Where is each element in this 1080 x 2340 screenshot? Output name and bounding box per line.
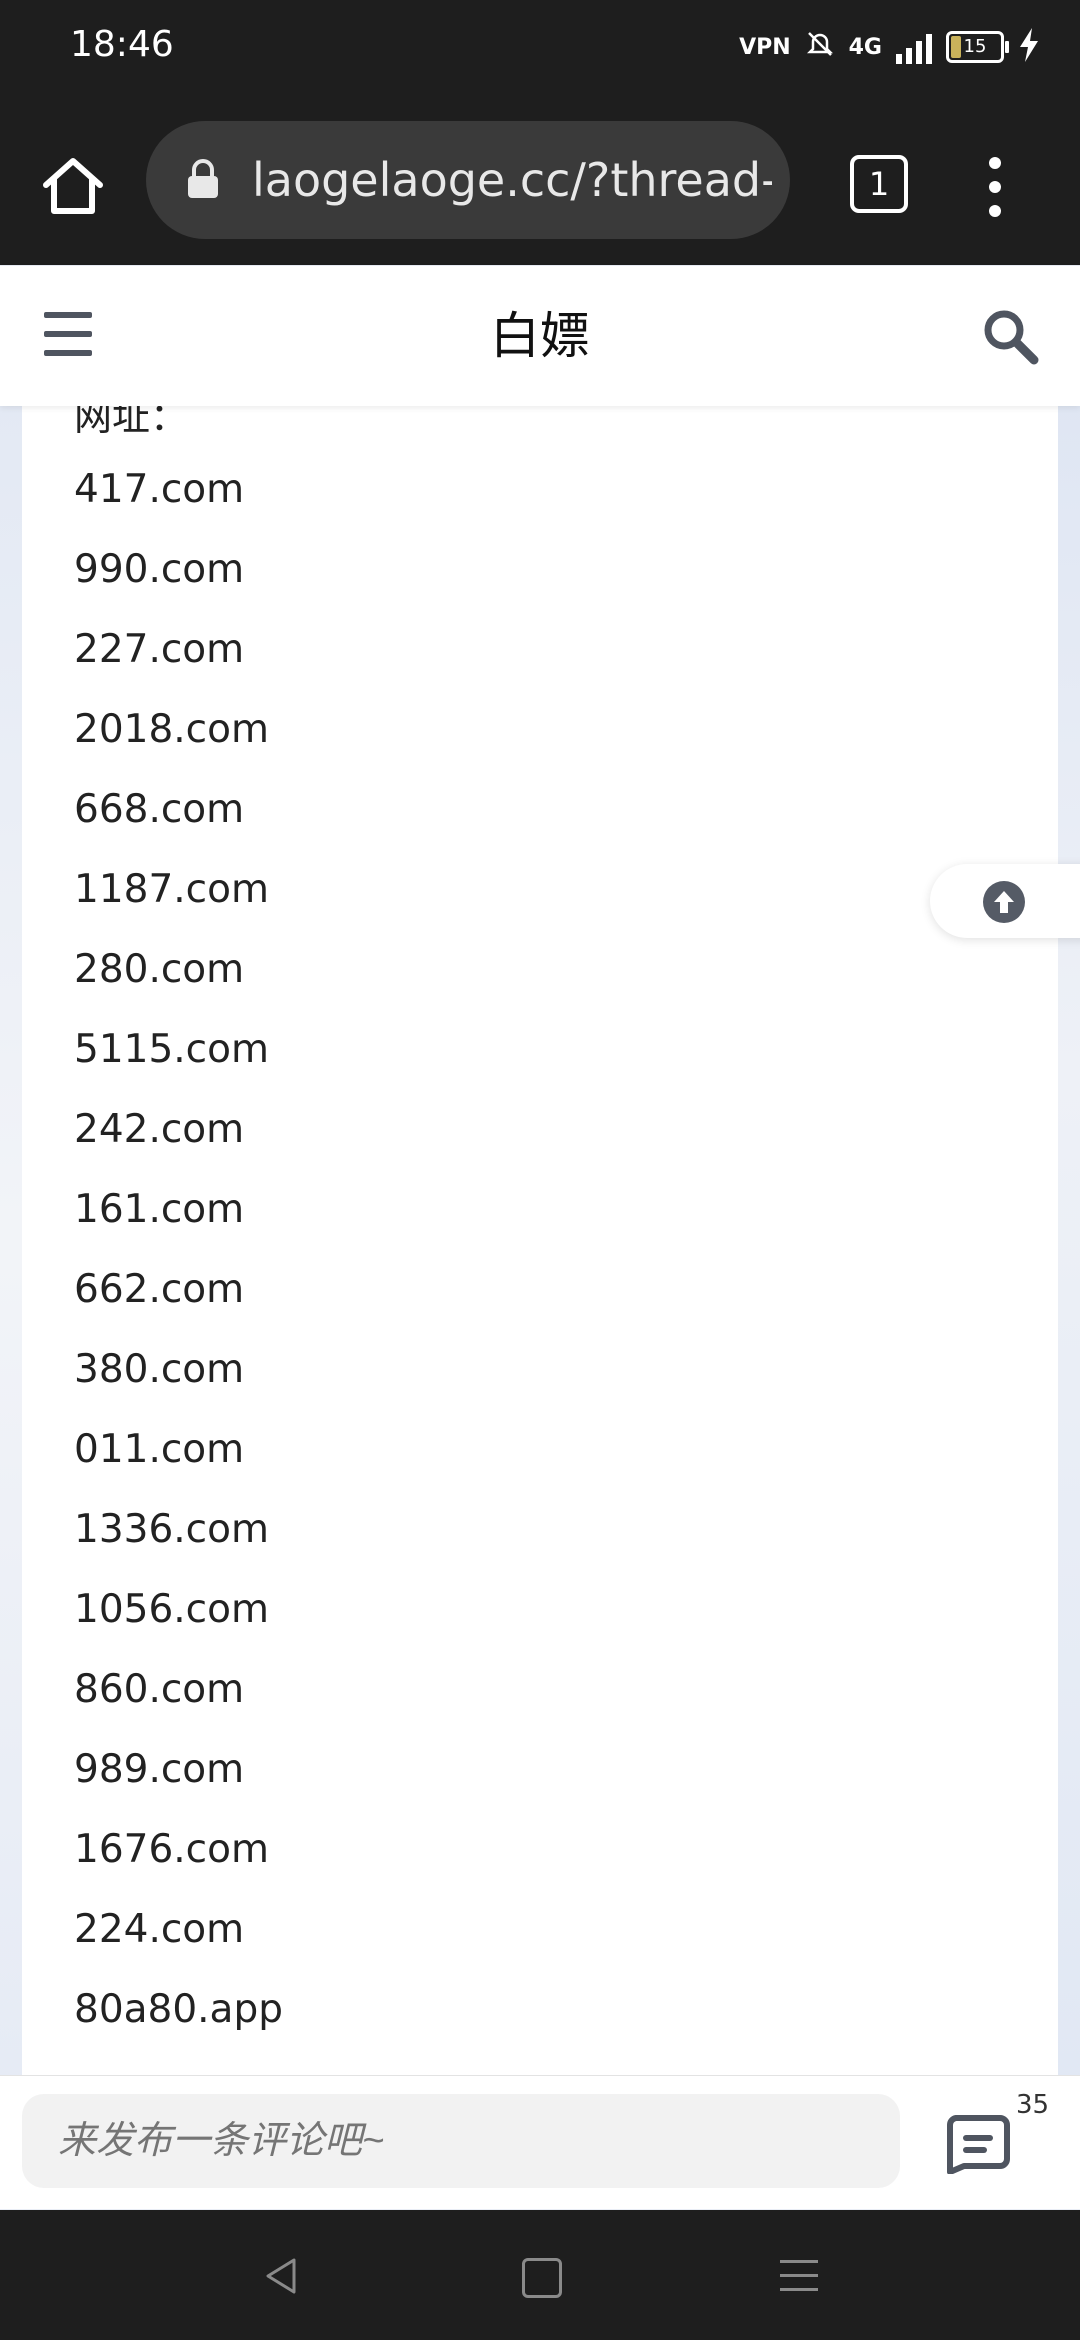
comment-bar: 35: [0, 2075, 1080, 2209]
battery-level: 15: [963, 36, 987, 57]
list-item: 1187.com: [74, 867, 269, 912]
list-item: 227.com: [74, 627, 245, 672]
list-item: 280.com: [74, 947, 245, 992]
site-header: 白嫖: [0, 266, 1080, 406]
battery-icon: 15: [946, 31, 1009, 63]
more-menu-icon[interactable]: [980, 153, 1010, 223]
signal-icon: [896, 30, 932, 64]
list-item: 989.com: [74, 1747, 245, 1792]
list-item: 242.com: [74, 1107, 245, 1152]
post-content: 网址： 417.com 990.com 227.com 2018.com 668…: [22, 400, 1058, 2075]
recents-icon[interactable]: [780, 2260, 818, 2302]
comment-icon: [947, 2115, 1010, 2175]
search-icon[interactable]: [980, 306, 1040, 366]
list-item: 161.com: [74, 1187, 245, 1232]
list-item: 380.com: [74, 1347, 245, 1392]
comments-button[interactable]: [946, 2114, 1010, 2175]
list-item: 990.com: [74, 547, 245, 592]
section-label: 网址：: [74, 400, 189, 439]
list-item: 224.com: [74, 1907, 245, 1952]
back-to-top-button[interactable]: [930, 864, 1080, 938]
list-item: 860.com: [74, 1667, 245, 1712]
list-item: 417.com: [74, 467, 245, 512]
charging-icon: [1018, 28, 1040, 66]
site-title: 白嫖: [490, 307, 590, 365]
muted-bell-icon: [805, 29, 835, 65]
list-item: 1336.com: [74, 1507, 269, 1552]
lock-icon: [188, 159, 218, 198]
home-nav-icon[interactable]: [522, 2258, 562, 2298]
home-button[interactable]: [38, 151, 108, 221]
url-text: laogelaoge.cc/?thread-8: [252, 153, 772, 207]
arrow-up-circle-icon: [983, 881, 1025, 923]
address-bar[interactable]: laogelaoge.cc/?thread-8: [146, 121, 790, 239]
comment-input[interactable]: [22, 2094, 900, 2188]
list-item: 1056.com: [74, 1587, 269, 1632]
home-icon: [43, 158, 103, 214]
url-list: 417.com 990.com 227.com 2018.com 668.com…: [74, 450, 283, 2050]
status-time: 18:46: [70, 24, 174, 65]
list-item: 011.com: [74, 1427, 245, 1472]
list-item: 5115.com: [74, 1027, 269, 1072]
comment-count: 35: [1016, 2090, 1050, 2120]
vpn-icon: VPN: [739, 34, 791, 60]
status-bar: 18:46 VPN 4G 15: [0, 0, 1080, 115]
tab-switcher-button[interactable]: 1: [850, 155, 908, 213]
list-item: 2018.com: [74, 707, 269, 752]
list-item: 80a80.app: [74, 1987, 283, 2032]
list-item: 662.com: [74, 1267, 245, 1312]
system-nav-bar: [0, 2210, 1080, 2340]
background-decor-right: [1058, 400, 1080, 2075]
list-item: 1676.com: [74, 1827, 269, 1872]
background-decor-left: [0, 400, 22, 2075]
back-icon[interactable]: [262, 2256, 302, 2300]
browser-toolbar: laogelaoge.cc/?thread-8 1: [0, 115, 1080, 265]
network-type-label: 4G: [848, 34, 882, 60]
status-icons: VPN 4G 15: [739, 24, 1040, 70]
list-item: 668.com: [74, 787, 245, 832]
